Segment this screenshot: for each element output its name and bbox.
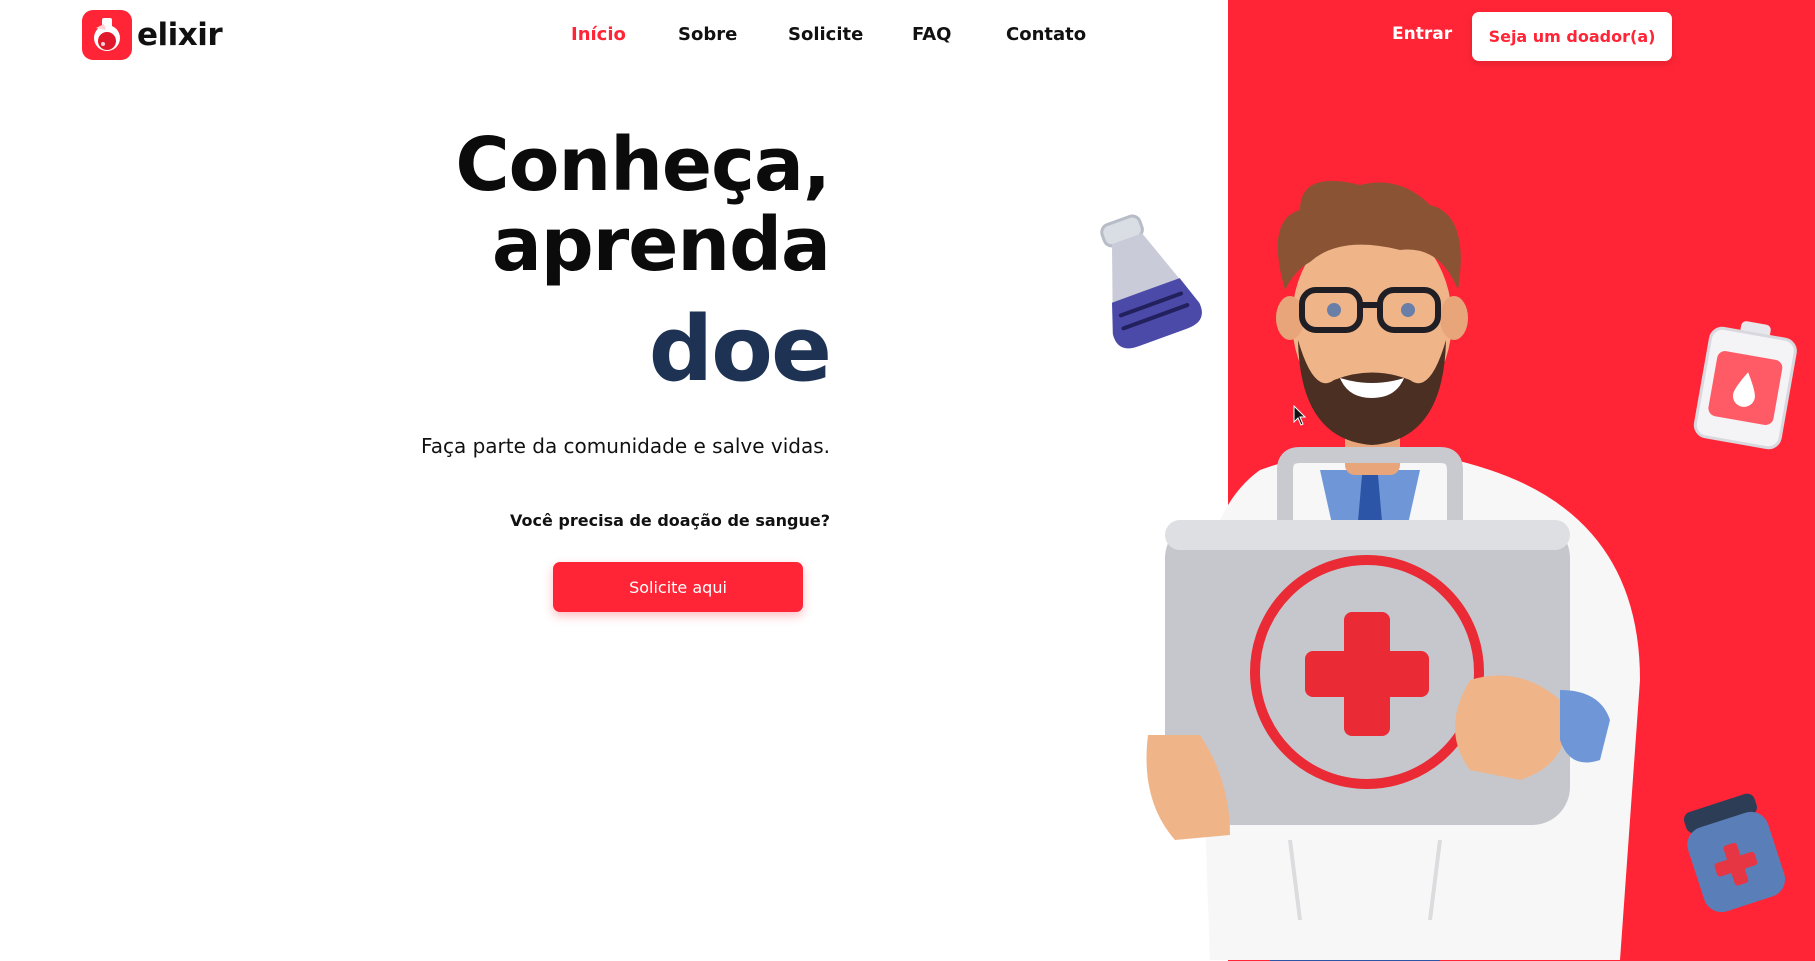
nav-item-solicite[interactable]: Solicite xyxy=(788,24,863,45)
nav-item-sobre[interactable]: Sobre xyxy=(678,24,737,45)
request-donation-button[interactable]: Solicite aqui xyxy=(553,562,803,612)
mouse-cursor-icon xyxy=(1293,405,1307,426)
blood-request-question: Você precisa de doação de sangue? xyxy=(510,511,830,530)
login-link[interactable]: Entrar xyxy=(1392,24,1452,44)
hero-subtitle: Faça parte da comunidade e salve vidas. xyxy=(421,434,830,458)
flask-icon xyxy=(1100,214,1202,349)
hero-title-line-1: Conheça, xyxy=(455,122,831,208)
hero-title: Conheça, aprenda xyxy=(300,122,831,288)
hero-title-line-2: aprenda xyxy=(491,202,831,288)
nav-item-faq[interactable]: FAQ xyxy=(912,24,951,45)
nav-item-inicio[interactable]: Início xyxy=(571,24,626,45)
become-donor-button[interactable]: Seja um doador(a) xyxy=(1472,12,1672,61)
nav-item-contato[interactable]: Contato xyxy=(1006,24,1086,45)
hero-title-accent: doe xyxy=(648,297,832,402)
